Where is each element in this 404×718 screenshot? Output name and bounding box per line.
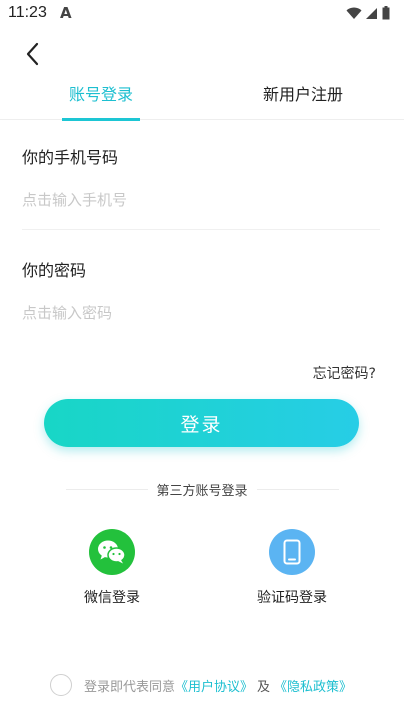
wifi-icon (346, 7, 362, 19)
forgot-password-link[interactable]: 忘记密码? (313, 363, 376, 383)
tab-register-label: 新用户注册 (262, 85, 343, 104)
wechat-login-button[interactable]: 微信登录 (57, 529, 167, 607)
chevron-left-icon (26, 42, 39, 66)
password-input[interactable] (22, 296, 380, 330)
agreement-row: 登录即代表同意 《用户协议》 及 《隐私政策》 (50, 673, 352, 697)
wechat-icon-circle (89, 529, 135, 575)
privacy-policy-link[interactable]: 《隐私政策》 (274, 676, 352, 695)
agreement-and: 及 (257, 679, 271, 695)
phone-input[interactable] (22, 183, 380, 217)
status-time: 11:23 (8, 4, 47, 21)
login-button[interactable]: 登录 (44, 399, 359, 447)
sms-login-label: 验证码登录 (257, 590, 327, 606)
battery-icon (382, 6, 390, 20)
phone-divider (22, 229, 380, 230)
notification-icon: A (60, 4, 72, 22)
phone-icon-circle (269, 529, 315, 575)
third-party-title: 第三方账号登录 (156, 484, 248, 499)
phone-label: 你的手机号码 (22, 148, 119, 167)
wechat-login-label: 微信登录 (84, 590, 140, 606)
sms-login-button[interactable]: 验证码登录 (237, 529, 347, 607)
agreement-prefix: 登录即代表同意 (84, 679, 176, 695)
login-tabs: 账号登录 新用户注册 (0, 78, 404, 121)
signal-icon (366, 7, 377, 19)
agreement-checkbox[interactable] (50, 674, 72, 696)
wechat-icon (98, 540, 126, 564)
tab-account-login-label: 账号登录 (68, 85, 133, 104)
tab-register[interactable]: 新用户注册 (252, 78, 354, 120)
user-agreement-link[interactable]: 《用户协议》 (175, 676, 253, 695)
status-bar: 11:23 A (0, 0, 404, 28)
active-tab-indicator (62, 118, 140, 121)
status-icons (346, 6, 390, 20)
back-button[interactable] (20, 40, 48, 68)
password-label: 你的密码 (22, 261, 87, 280)
phone-icon (283, 539, 301, 565)
third-party-divider-right (257, 489, 339, 490)
tab-account-login[interactable]: 账号登录 (62, 78, 140, 121)
